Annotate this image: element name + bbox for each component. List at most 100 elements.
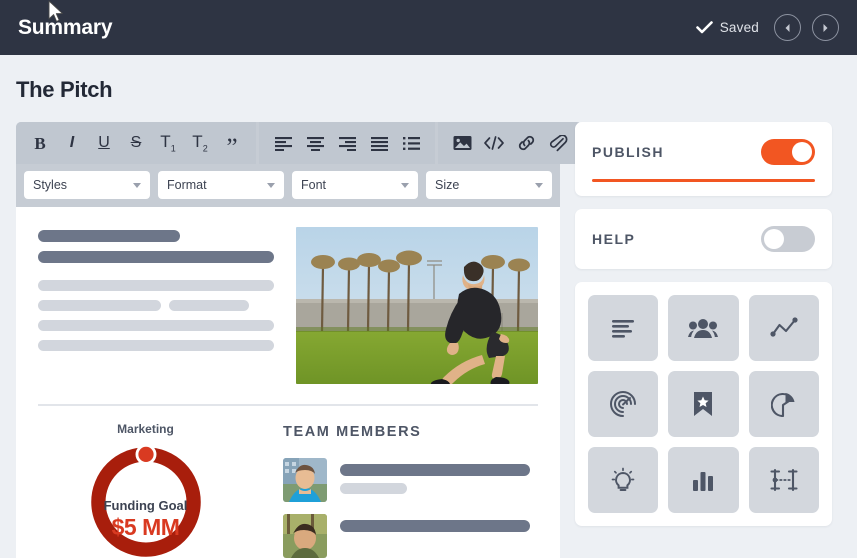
tools-grid <box>575 282 832 526</box>
chevron-down-icon <box>267 182 275 188</box>
bold-button[interactable]: B <box>26 129 54 157</box>
bookmark-star-icon <box>692 391 714 417</box>
attachment-icon[interactable] <box>544 129 572 157</box>
avatar <box>283 458 327 502</box>
blockquote-button[interactable]: ” <box>218 129 246 160</box>
text-lines-icon <box>610 318 636 338</box>
funding-goal-label: Funding Goal <box>103 498 188 513</box>
placeholder-bar-row <box>38 300 274 320</box>
member-placeholder-lines <box>340 514 538 539</box>
save-status: Saved <box>695 20 759 35</box>
document-canvas[interactable]: Marketing Funding Goal $5 MM TEAM MEMBER… <box>16 207 560 558</box>
app-header: Summary Saved <box>0 0 857 55</box>
chevron-down-icon <box>133 182 141 188</box>
chevron-left-icon <box>783 23 792 33</box>
editor-panel: B I U S T1 T2 ” Styles Format Font Size … <box>16 122 582 558</box>
font-dropdown[interactable]: Font <box>292 171 418 199</box>
check-icon <box>695 21 713 34</box>
styles-dropdown[interactable]: Styles <box>24 171 150 199</box>
code-icon[interactable] <box>480 129 508 157</box>
page-title: The Pitch <box>16 77 113 102</box>
placeholder-bar <box>38 320 274 331</box>
pie-chart-tool[interactable] <box>748 371 819 437</box>
help-toggle[interactable] <box>761 226 815 252</box>
size-dropdown-label: Size <box>435 178 460 192</box>
align-center-icon[interactable] <box>301 129 329 157</box>
underline-button[interactable]: U <box>90 129 118 157</box>
team-members-section: TEAM MEMBERS <box>283 422 538 558</box>
milestone-timeline-icon <box>770 468 798 492</box>
line-chart-icon <box>770 317 798 339</box>
placeholder-bar <box>340 483 408 494</box>
link-icon[interactable] <box>512 129 540 157</box>
target-spiral-icon <box>610 391 637 417</box>
placeholder-text-block <box>38 227 274 384</box>
format-dropdown-label: Format <box>167 178 207 192</box>
document-photo[interactable] <box>296 227 538 384</box>
pie-chart-icon <box>770 391 797 417</box>
bar-chart-tool[interactable] <box>668 447 739 513</box>
help-card: HELP <box>575 209 832 269</box>
next-button[interactable] <box>812 14 839 41</box>
format-dropdown[interactable]: Format <box>158 171 284 199</box>
editor-toolbar: B I U S T1 T2 ” Styles Format Font Size <box>16 122 582 207</box>
avatar <box>283 514 327 558</box>
styles-dropdown-label: Styles <box>33 178 68 192</box>
app-title: Summary <box>18 15 113 39</box>
publish-progress-bar <box>592 179 815 182</box>
document-intro-section <box>38 227 538 384</box>
strikethrough-button[interactable]: S <box>122 129 150 157</box>
image-icon[interactable] <box>448 129 476 157</box>
donut-graphic: Funding Goal $5 MM <box>83 442 209 558</box>
superscript-glyph: T2 <box>192 132 208 154</box>
align-right-icon[interactable] <box>333 129 361 157</box>
bullet-list-icon[interactable] <box>397 129 425 157</box>
header-actions: Saved <box>695 14 839 41</box>
align-left-icon[interactable] <box>269 129 297 157</box>
chevron-right-icon <box>821 23 830 33</box>
list-item[interactable] <box>283 458 538 502</box>
placeholder-bar <box>38 280 274 291</box>
size-dropdown[interactable]: Size <box>426 171 552 199</box>
content-columns: B I U S T1 T2 ” Styles Format Font Size … <box>16 122 841 558</box>
funding-donut-chart: Marketing Funding Goal $5 MM <box>38 422 253 558</box>
member-placeholder-lines <box>340 458 538 501</box>
publish-label: PUBLISH <box>592 144 664 160</box>
text-lines-tool[interactable] <box>588 295 659 361</box>
donut-center-text: Funding Goal $5 MM <box>83 498 209 541</box>
subscript-button[interactable]: T1 <box>154 129 182 157</box>
funding-goal-amount: $5 MM <box>111 514 180 540</box>
bar-chart-icon <box>691 468 715 492</box>
placeholder-bar <box>38 340 274 351</box>
toolbar-icon-row: B I U S T1 T2 ” <box>16 122 582 164</box>
milestone-timeline-tool[interactable] <box>748 447 819 513</box>
placeholder-bar <box>38 251 274 263</box>
target-spiral-tool[interactable] <box>588 371 659 437</box>
lightbulb-tool[interactable] <box>588 447 659 513</box>
text-format-group: B I U S T1 T2 ” <box>16 122 256 164</box>
align-justify-icon[interactable] <box>365 129 393 157</box>
publish-toggle[interactable] <box>761 139 815 165</box>
document-metrics-section: Marketing Funding Goal $5 MM TEAM MEMBER… <box>38 406 538 558</box>
placeholder-bar <box>38 230 180 242</box>
toggle-knob <box>792 142 812 162</box>
team-people-tool[interactable] <box>668 295 739 361</box>
list-item[interactable] <box>283 514 538 558</box>
placeholder-bar <box>340 464 531 476</box>
bookmark-star-tool[interactable] <box>668 371 739 437</box>
placeholder-bar <box>168 300 249 311</box>
saved-label: Saved <box>719 20 759 35</box>
italic-button[interactable]: I <box>58 129 86 157</box>
prev-button[interactable] <box>774 14 801 41</box>
toggle-knob <box>764 229 784 249</box>
page-body: The Pitch B I U S T1 T2 ” Styles Format … <box>0 55 857 558</box>
placeholder-bar <box>38 300 161 311</box>
font-dropdown-label: Font <box>301 178 327 192</box>
subscript-glyph: T1 <box>160 132 176 154</box>
toolbar-dropdown-row: Styles Format Font Size <box>16 164 560 207</box>
lightbulb-icon <box>611 467 635 493</box>
superscript-button[interactable]: T2 <box>186 129 214 157</box>
chevron-down-icon <box>535 182 543 188</box>
team-members-title: TEAM MEMBERS <box>283 424 422 440</box>
line-chart-tool[interactable] <box>748 295 819 361</box>
